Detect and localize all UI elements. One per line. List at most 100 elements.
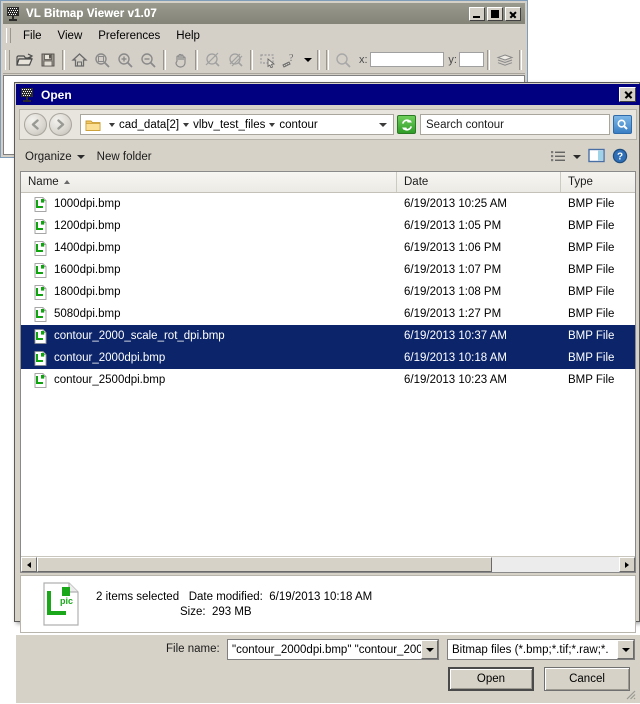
back-arrow-icon[interactable] (24, 113, 47, 136)
refresh-icon[interactable] (397, 115, 416, 134)
menu-preferences[interactable]: Preferences (90, 28, 168, 44)
toolbar-separator (317, 49, 320, 70)
breadcrumb-dropdown-caret-icon[interactable] (379, 122, 387, 127)
column-header-type-label: Type (568, 176, 593, 188)
chevron-down-icon (425, 647, 434, 652)
new-folder-button[interactable]: New folder (91, 147, 158, 167)
horizontal-scrollbar[interactable] (21, 556, 635, 572)
search-input[interactable]: Search contour (420, 114, 610, 135)
file-name-cell: 1200dpi.bmp (21, 218, 397, 234)
file-date-cell: 6/19/2013 1:05 PM (404, 220, 502, 232)
file-name-text: contour_2500dpi.bmp (54, 374, 166, 386)
breadcrumb-item-vlbv-test-files[interactable]: vlbv_test_files (193, 119, 265, 131)
breadcrumb-item-contour[interactable]: contour (279, 119, 317, 131)
svg-text:?: ? (289, 53, 294, 64)
x-coord-input[interactable] (369, 52, 445, 67)
save-file-icon[interactable] (36, 49, 59, 71)
measure-on-icon[interactable] (224, 49, 247, 71)
scrollbar-track[interactable] (37, 557, 619, 572)
help-icon[interactable]: ? (612, 148, 628, 167)
menu-file[interactable]: File (15, 28, 50, 44)
open-button[interactable]: Open (448, 667, 534, 691)
table-row[interactable]: contour_2000_scale_rot_dpi.bmp 6/19/2013 … (21, 325, 635, 347)
bmp-file-large-icon: pic (42, 582, 80, 626)
ruler-help-icon[interactable]: ? (279, 49, 302, 71)
chevron-down-icon[interactable] (573, 155, 581, 159)
file-type-cell: BMP File (568, 264, 615, 276)
details-date-modified-label: Date modified: (188, 590, 263, 603)
details-text: 2 items selected Date modified: 6/19/201… (96, 591, 372, 618)
file-name-input[interactable]: "contour_2000dpi.bmp" "contour_2000_scal… (227, 639, 439, 660)
close-button[interactable] (505, 6, 521, 21)
svg-text:?: ? (617, 151, 623, 162)
table-row[interactable]: 1600dpi.bmp 6/19/2013 1:07 PM BMP File (21, 259, 635, 281)
breadcrumb[interactable]: cad_data[2] vlbv_test_files contour (80, 114, 394, 135)
dialog-close-button[interactable] (619, 87, 636, 102)
search-icon[interactable] (332, 49, 355, 71)
list-view-icon[interactable] (550, 149, 566, 166)
menu-help[interactable]: Help (168, 28, 208, 44)
select-region-icon[interactable] (256, 49, 279, 71)
maximize-button[interactable] (487, 6, 503, 21)
file-type-filter[interactable]: Bitmap files (*.bmp;*.tif;*.raw;*. (447, 639, 635, 660)
y-coord-input[interactable] (458, 52, 484, 67)
table-row[interactable]: 1200dpi.bmp 6/19/2013 1:05 PM BMP File (21, 215, 635, 237)
menubar-grip[interactable] (6, 28, 11, 43)
search-icon[interactable] (613, 115, 632, 134)
pan-hand-icon[interactable] (169, 49, 192, 71)
file-type-cell: BMP File (568, 352, 615, 364)
open-file-icon[interactable] (13, 49, 36, 71)
resize-grip-icon[interactable] (623, 687, 637, 701)
table-row[interactable]: 1400dpi.bmp 6/19/2013 1:06 PM BMP File (21, 237, 635, 259)
home-icon[interactable] (68, 49, 91, 71)
zoom-in-icon[interactable] (114, 49, 137, 71)
scroll-right-button[interactable] (619, 557, 635, 572)
file-type-dropdown-button[interactable] (617, 640, 634, 659)
column-header-type[interactable]: Type (561, 172, 635, 192)
preview-pane-icon[interactable] (588, 148, 605, 166)
file-name-text: contour_2000dpi.bmp (54, 352, 166, 364)
new-folder-label: New folder (96, 151, 152, 163)
file-type-cell: BMP File (568, 198, 615, 210)
open-file-dialog: Open cad_data[2] vlbv_test_files contour… (14, 82, 640, 703)
organize-menu-button[interactable]: Organize (19, 147, 91, 167)
file-name-cell: 1800dpi.bmp (21, 284, 397, 300)
table-row[interactable]: contour_2500dpi.bmp 6/19/2013 10:23 AM BMP… (21, 369, 635, 391)
file-type-cell: BMP File (568, 374, 615, 386)
details-size-label: Size: (180, 605, 206, 618)
scrollbar-thumb[interactable] (37, 557, 492, 572)
layers-icon[interactable] (493, 49, 516, 71)
file-list-rows: 1000dpi.bmp 6/19/2013 10:25 AM BMP File 120… (21, 193, 635, 550)
dialog-titlebar: Open (16, 84, 640, 105)
column-header-date[interactable]: Date (397, 172, 561, 192)
zoom-out-icon[interactable] (137, 49, 160, 71)
breadcrumb-item-cad-data[interactable]: cad_data[2] (119, 119, 179, 131)
table-row[interactable]: 1000dpi.bmp 6/19/2013 10:25 AM BMP File (21, 193, 635, 215)
navigation-bar: cad_data[2] vlbv_test_files contour Sear… (19, 109, 637, 140)
menu-view[interactable]: View (50, 28, 91, 44)
column-header-name[interactable]: Name (21, 172, 397, 192)
file-name-text: contour_2000_scale_rot_dpi.bmp (54, 330, 225, 342)
file-date-cell: 6/19/2013 10:18 AM (404, 352, 507, 364)
file-name-dropdown-button[interactable] (421, 640, 438, 659)
sort-ascending-icon (63, 180, 70, 184)
minimize-button[interactable] (469, 6, 485, 21)
search-input-text: Search contour (426, 118, 504, 131)
cancel-button[interactable]: Cancel (544, 667, 630, 691)
bmp-file-icon (34, 240, 47, 256)
file-name-text: 5080dpi.bmp (54, 308, 121, 320)
file-date-cell: 6/19/2013 10:23 AM (404, 374, 507, 386)
file-type-cell: BMP File (568, 330, 615, 342)
table-row[interactable]: contour_2000dpi.bmp 6/19/2013 10:18 AM BMP… (21, 347, 635, 369)
table-row[interactable]: 1800dpi.bmp 6/19/2013 1:08 PM BMP File (21, 281, 635, 303)
bmp-file-icon (34, 218, 47, 234)
table-row[interactable]: 5080dpi.bmp 6/19/2013 1:27 PM BMP File (21, 303, 635, 325)
ruler-dropdown-caret-icon[interactable] (304, 57, 312, 62)
scroll-left-button[interactable] (21, 557, 37, 572)
measure-off-icon[interactable] (201, 49, 224, 71)
toolbar-grip[interactable] (5, 49, 10, 70)
file-list-header: Name Date Type (21, 172, 635, 193)
zoom-fit-icon[interactable] (91, 49, 114, 71)
forward-arrow-icon[interactable] (49, 113, 72, 136)
bitmap-viewer-icon (6, 6, 22, 21)
